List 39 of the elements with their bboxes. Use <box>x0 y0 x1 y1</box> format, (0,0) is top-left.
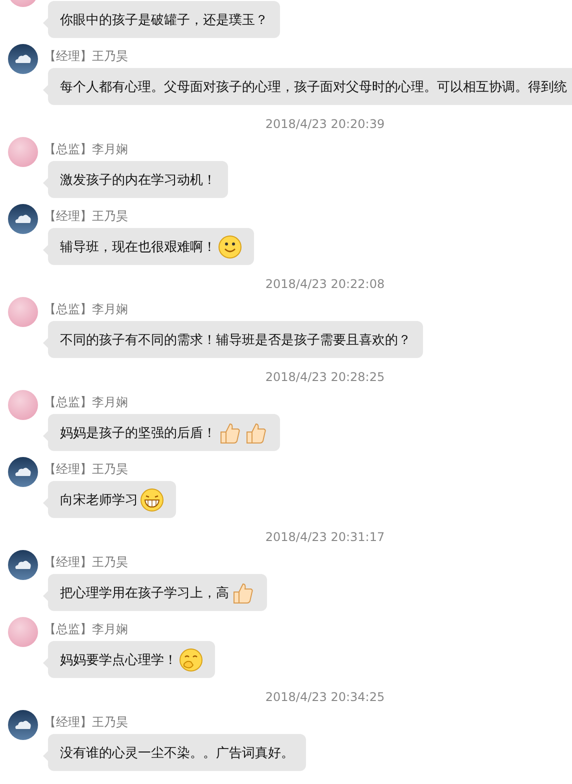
timestamp: 2018/4/23 20:31:17 <box>265 530 385 544</box>
avatar-cloud-photo <box>8 710 38 740</box>
avatar-photo-placeholder <box>8 297 38 327</box>
thumbs-up-icon <box>231 580 255 604</box>
sender-name: 【经理】王乃昊 <box>44 461 128 477</box>
sender-name: 【经理】王乃昊 <box>44 714 128 730</box>
sender-name: 【总监】李月娴 <box>44 141 128 157</box>
sender-name: 【总监】李月娴 <box>44 301 128 317</box>
avatar-photo-placeholder <box>8 617 38 647</box>
avatar-photo-placeholder <box>8 390 38 420</box>
message-text: 没有谁的心灵一尘不染。。广告词真好。 <box>60 744 294 762</box>
sender-name: 【总监】李月娴 <box>44 621 128 637</box>
message-text: 妈妈是孩子的坚强的后盾！ <box>60 424 216 442</box>
message-text: 把心理学用在孩子学习上，高 <box>60 584 229 602</box>
sender-name: 【经理】王乃昊 <box>44 48 128 64</box>
avatar-photo-placeholder <box>8 137 38 167</box>
sender-name: 【总监】李月娴 <box>44 394 128 410</box>
timestamp: 2018/4/23 20:34:25 <box>265 690 385 704</box>
thumbs-up-icon <box>218 420 242 444</box>
timestamp: 2018/4/23 20:22:08 <box>265 277 385 291</box>
avatar-cloud-photo <box>8 204 38 234</box>
avatar-cloud-photo <box>8 457 38 487</box>
grinning-face-icon <box>140 488 164 512</box>
timestamp: 2018/4/23 20:20:39 <box>265 117 385 131</box>
message-text: 每个人都有心理。父母面对孩子的心理，孩子面对父母时的心理。可以相互协调。得到统 <box>60 78 567 96</box>
sender-name: 【经理】王乃昊 <box>44 208 128 224</box>
message-text: 辅导班，现在也很艰难啊！ <box>60 238 216 256</box>
message-text: 激发孩子的内在学习动机！ <box>60 172 216 188</box>
message-text: 妈妈要学点心理学！ <box>60 652 177 668</box>
covering-mouth-face-icon <box>179 648 203 672</box>
sender-name: 【经理】王乃昊 <box>44 554 128 570</box>
message-text: 你眼中的孩子是破罐子，还是璞玉？ <box>60 12 268 28</box>
thumbs-up-icon <box>244 420 268 444</box>
message-text: 向宋老师学习 <box>60 492 138 508</box>
smiley-icon <box>218 234 242 258</box>
avatar-cloud-photo <box>8 550 38 580</box>
message-text: 不同的孩子有不同的需求！辅导班是否是孩子需要且喜欢的？ <box>60 332 411 348</box>
avatar-cloud-photo <box>8 44 38 74</box>
timestamp: 2018/4/23 20:28:25 <box>265 370 385 384</box>
